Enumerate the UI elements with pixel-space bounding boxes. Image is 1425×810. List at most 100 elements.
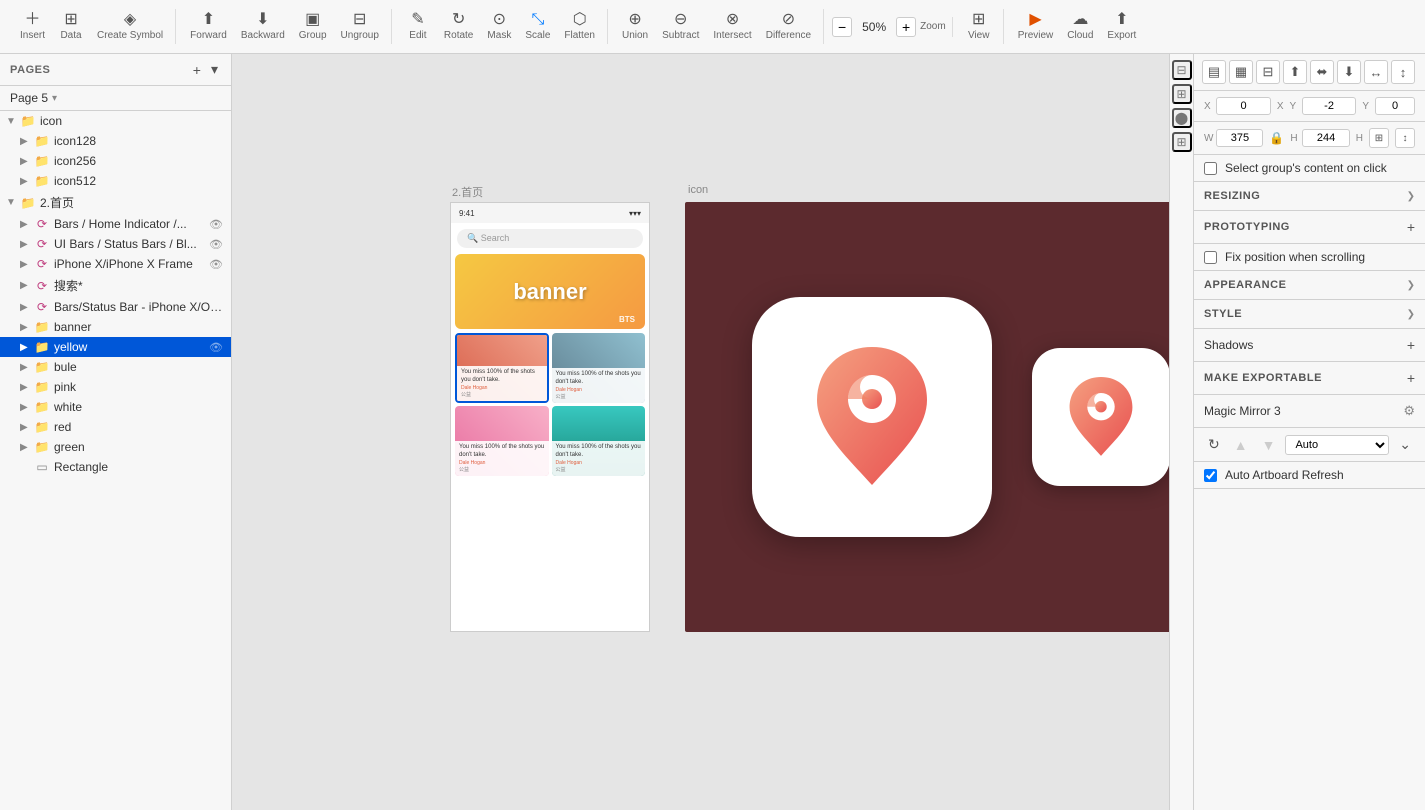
text-align-left-button[interactable]: ▤ [1202,60,1226,84]
page-selector[interactable]: Page 5 ▾ [0,86,231,111]
flip-h-button[interactable]: ↕ [1391,60,1415,84]
tree-arrow-search[interactable]: ▶ [20,280,34,291]
tree-item-search[interactable]: ▶ ⟳ 搜索* [0,274,231,297]
tree-item-pink[interactable]: ▶ 📁 pink [0,377,231,397]
appearance-section[interactable]: APPEARANCE ❯ [1194,271,1425,300]
union-button[interactable]: ⊕ Union [616,9,654,44]
backward-button[interactable]: ⬇ Backward [235,9,291,44]
tree-arrow-iphone-x[interactable]: ▶ [20,259,34,270]
align-mid-button[interactable]: ⬌ [1310,60,1334,84]
flip-btn-extra[interactable]: ↕ [1395,128,1415,148]
auto-refresh-checkbox[interactable] [1204,469,1217,482]
tree-item-rectangle[interactable]: ▶ ▭ Rectangle [0,457,231,477]
tree-arrow-icon[interactable]: ▼ [6,116,20,127]
create-symbol-button[interactable]: ◈ Create Symbol [91,9,169,44]
x-input[interactable] [1216,97,1271,115]
forward-button[interactable]: ⬆ Forward [184,9,233,44]
side-color-icon[interactable]: ⬤ [1172,108,1192,128]
intersect-button[interactable]: ⊗ Intersect [707,9,757,44]
scale-button[interactable]: ⤡ Scale [519,9,556,44]
tree-item-banner[interactable]: ▶ 📁 banner [0,317,231,337]
tree-item-icon128[interactable]: ▶ 📁 icon128 [0,131,231,151]
tree-arrow-icon128[interactable]: ▶ [20,136,34,147]
cloud-button[interactable]: ☁ Cloud [1061,9,1099,44]
tree-arrow-icon512[interactable]: ▶ [20,176,34,187]
group-button[interactable]: ▣ Group [293,9,333,44]
edit-button[interactable]: ✎ Edit [400,9,436,44]
tree-arrow-icon256[interactable]: ▶ [20,156,34,167]
tree-arrow-ui-bars[interactable]: ▶ [20,239,34,250]
ungroup-button[interactable]: ⊟ Ungroup [335,9,385,44]
shadows-section[interactable]: Shadows + [1194,329,1425,362]
pages-menu-button[interactable]: ▾ [208,60,221,79]
mm-refresh-button[interactable]: ↻ [1204,434,1224,455]
canvas-content[interactable]: 2.首页 9:41 ▾▾▾ 🔍 Search banner BTS [232,54,1169,810]
h-input[interactable] [1302,129,1349,147]
resizing-section[interactable]: RESIZING ❯ [1194,182,1425,211]
side-align-center-icon[interactable]: ⊞ [1172,84,1192,104]
tree-arrow-red[interactable]: ▶ [20,422,34,433]
tree-arrow-bars-home[interactable]: ▶ [20,219,34,230]
text-dist-button[interactable]: ⊟ [1256,60,1280,84]
data-button[interactable]: ⊞ Data [53,9,89,44]
insert-button[interactable]: ＋ Insert [14,9,51,44]
flatten-button[interactable]: ⬡ Flatten [558,9,601,44]
tree-arrow-bule[interactable]: ▶ [20,362,34,373]
tree-item-icon512[interactable]: ▶ 📁 icon512 [0,171,231,191]
tree-item-bule[interactable]: ▶ 📁 bule [0,357,231,377]
tree-item-icon256[interactable]: ▶ 📁 icon256 [0,151,231,171]
fix-position-checkbox[interactable] [1204,251,1217,264]
align-top-button[interactable]: ⬆ [1283,60,1307,84]
tree-item-yellow[interactable]: ▶ 📁 yellow 👁 [0,337,231,357]
zoom-out-button[interactable]: − [832,17,852,37]
side-grid-icon[interactable]: ⊞ [1172,132,1192,152]
tree-arrow-shouye[interactable]: ▼ [6,197,20,208]
prototyping-section[interactable]: PROTOTYPING + [1194,211,1425,244]
select-group-checkbox[interactable] [1204,162,1217,175]
side-align-left-icon[interactable]: ⊟ [1172,60,1192,80]
tree-item-ui-bars[interactable]: ▶ ⟳ UI Bars / Status Bars / Bl... 👁 [0,234,231,254]
tree-item-iphone-x-frame[interactable]: ▶ ⟳ iPhone X/iPhone X Frame 👁 [0,254,231,274]
more-align-button[interactable]: ↔ [1364,60,1388,84]
tree-arrow-green[interactable]: ▶ [20,442,34,453]
w-input[interactable] [1216,129,1263,147]
add-page-button[interactable]: + [190,60,204,79]
rotate-button[interactable]: ↻ Rotate [438,9,479,44]
tree-item-bars-home[interactable]: ▶ ⟳ Bars / Home Indicator /... 👁 [0,214,231,234]
artboard-phone[interactable]: 9:41 ▾▾▾ 🔍 Search banner BTS You miss 10… [450,202,650,632]
tree-item-shouye[interactable]: ▼ 📁 2.首页 [0,191,231,214]
magic-mirror-gear-button[interactable]: ⚙ [1403,403,1415,419]
tree-arrow-white[interactable]: ▶ [20,402,34,413]
y-input[interactable] [1302,97,1357,115]
tree-item-white[interactable]: ▶ 📁 white [0,397,231,417]
shadows-plus[interactable]: + [1407,337,1415,353]
preview-button[interactable]: ▶ Preview [1012,9,1060,44]
make-exportable-section[interactable]: MAKE EXPORTABLE + [1194,362,1425,395]
align-btn-extra[interactable]: ⊞ [1369,128,1389,148]
tree-item-red[interactable]: ▶ 📁 red [0,417,231,437]
style-section[interactable]: STYLE ❯ [1194,300,1425,329]
tree-item-green[interactable]: ▶ 📁 green [0,437,231,457]
tree-arrow-pink[interactable]: ▶ [20,382,34,393]
fix-position-label[interactable]: Fix position when scrolling [1225,250,1365,264]
export-button[interactable]: ⬆ Export [1101,9,1142,44]
tree-item-bars-status[interactable]: ▶ ⟳ Bars/Status Bar - iPhone X/On... [0,297,231,317]
zoom-in-button[interactable]: + [896,17,916,37]
text-align-center-button[interactable]: ▦ [1229,60,1253,84]
make-exportable-plus[interactable]: + [1407,370,1415,386]
subtract-button[interactable]: ⊖ Subtract [656,9,705,44]
tree-arrow-banner[interactable]: ▶ [20,322,34,333]
align-bottom-button[interactable]: ⬇ [1337,60,1361,84]
difference-button[interactable]: ⊘ Difference [760,9,817,44]
mask-button[interactable]: ⊙ Mask [481,9,517,44]
extra-input[interactable] [1375,97,1415,115]
tree-arrow-yellow[interactable]: ▶ [20,342,34,353]
tree-arrow-bars-status[interactable]: ▶ [20,302,34,313]
view-button[interactable]: ⊞ View [961,9,997,44]
mm-auto-select[interactable]: Auto [1285,435,1389,455]
tree-item-icon-root[interactable]: ▼ 📁 icon [0,111,231,131]
mm-chevron-button[interactable]: ⌄ [1395,434,1415,455]
auto-refresh-label[interactable]: Auto Artboard Refresh [1225,468,1344,482]
artboard-icon[interactable] [685,202,1169,632]
select-group-label[interactable]: Select group's content on click [1225,161,1387,175]
